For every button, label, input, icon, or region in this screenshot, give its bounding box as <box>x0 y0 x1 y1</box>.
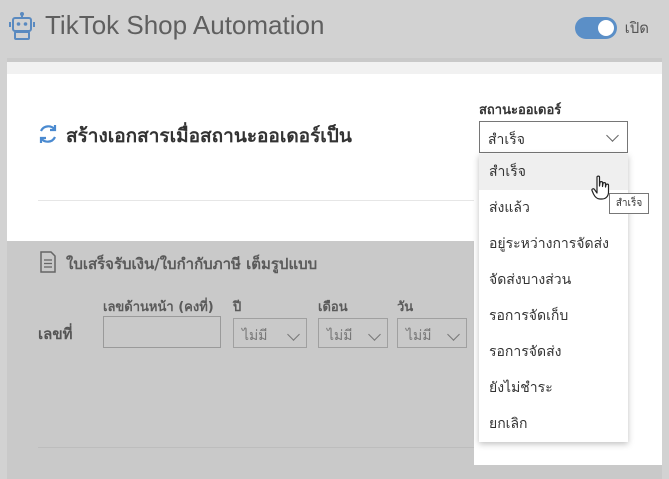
sync-icon <box>39 125 57 143</box>
day-select-value: ไม่มี <box>406 328 432 344</box>
chevron-down-icon <box>606 129 619 142</box>
status-option[interactable]: รอการจัดส่ง <box>479 334 628 370</box>
month-select[interactable]: ไม่มี <box>318 318 388 348</box>
enable-toggle-group: เปิด <box>574 16 649 40</box>
toggle-knob <box>597 20 614 36</box>
toggle-label: เปิด <box>624 19 649 37</box>
order-doc-title: สร้างเอกสารเมื่อสถานะออเดอร์เป็น <box>66 125 352 147</box>
status-select-value: สำเร็จ <box>488 132 525 148</box>
status-option[interactable]: ยังไม่ชำระ <box>479 370 628 406</box>
receipt-section-title: ใบเสร็จรับเงิน/ใบกำกับภาษี เต็มรูปแบบ <box>66 255 318 273</box>
day-label: วัน <box>397 300 414 315</box>
panel-divider <box>38 447 474 448</box>
chevron-down-icon <box>447 328 460 341</box>
month-label: เดือน <box>318 300 348 315</box>
month-select-value: ไม่มี <box>327 328 353 344</box>
status-label: สถานะออเดอร์ <box>479 103 562 118</box>
hand-cursor-icon <box>591 175 610 200</box>
chevron-down-icon <box>368 328 381 341</box>
panel-top-strip <box>7 62 662 74</box>
status-option[interactable]: จัดส่งบางส่วน <box>479 262 628 298</box>
year-select-value: ไม่มี <box>242 328 268 344</box>
app-title: TikTok Shop Automation <box>45 10 325 40</box>
chevron-down-icon <box>287 328 300 341</box>
document-icon <box>40 251 56 273</box>
day-select[interactable]: ไม่มี <box>397 318 467 348</box>
year-label: ปี <box>233 300 242 315</box>
enable-toggle[interactable] <box>574 17 617 39</box>
status-option[interactable]: รอการจัดเก็บ <box>479 298 628 334</box>
status-option[interactable]: อยู่ระหว่างการจัดส่ง <box>479 226 628 262</box>
number-row-label: เลขที่ <box>38 325 73 343</box>
robot-icon <box>9 12 35 40</box>
prefix-input[interactable] <box>103 316 221 348</box>
card-divider <box>38 200 474 201</box>
year-select[interactable]: ไม่มี <box>233 318 307 348</box>
prefix-label: เลขด้านหน้า (คงที่) <box>103 300 214 315</box>
header-bar: TikTok Shop Automation เปิด <box>0 0 669 58</box>
status-select[interactable]: สำเร็จ <box>479 121 628 153</box>
status-option[interactable]: ยกเลิก <box>479 406 628 442</box>
option-tooltip: สำเร็จ <box>609 193 649 214</box>
